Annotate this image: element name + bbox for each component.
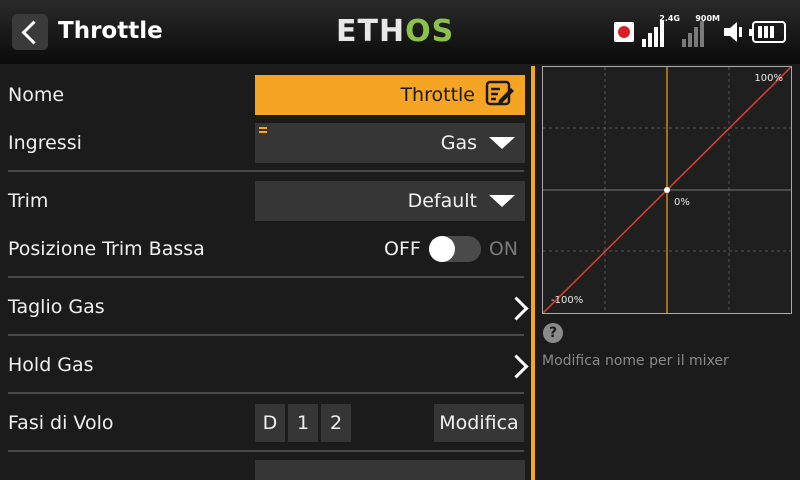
fasi-di-volo-label: Fasi di Volo bbox=[8, 412, 114, 434]
record-icon bbox=[614, 22, 634, 42]
battery-icon bbox=[749, 21, 786, 43]
curve-graph: 100% 0% -100% bbox=[542, 66, 792, 314]
chevron-right-icon[interactable] bbox=[504, 354, 529, 379]
status-icons: 2.4G 900M bbox=[614, 14, 786, 50]
caret-down-icon bbox=[489, 195, 515, 207]
next-field-partial[interactable] bbox=[255, 460, 525, 480]
edit-icon bbox=[485, 80, 515, 111]
divider bbox=[8, 170, 524, 172]
scrollbar[interactable] bbox=[531, 66, 535, 480]
divider bbox=[8, 450, 524, 452]
chevron-right-icon[interactable] bbox=[504, 296, 529, 321]
logo-accent-text: OS bbox=[405, 14, 455, 49]
nome-value: Throttle bbox=[400, 84, 475, 106]
posizione-trim-bassa-toggle[interactable] bbox=[428, 236, 481, 262]
ingressi-value: Gas bbox=[440, 132, 477, 154]
taglio-gas-label[interactable]: Taglio Gas bbox=[8, 296, 105, 318]
help-text: Modifica nome per il mixer bbox=[542, 353, 729, 369]
divider bbox=[8, 392, 524, 394]
graph-max-label: 100% bbox=[754, 73, 783, 84]
trim-label: Trim bbox=[8, 190, 49, 212]
caret-down-icon bbox=[489, 137, 515, 149]
divider bbox=[8, 276, 524, 278]
page-title: Throttle bbox=[58, 18, 163, 44]
flight-mode-chip[interactable]: 2 bbox=[321, 404, 351, 442]
signal-2g4-icon: 2.4G bbox=[642, 14, 680, 47]
modifica-button[interactable]: Modifica bbox=[434, 404, 524, 442]
ingressi-dropdown[interactable]: Gas bbox=[255, 123, 525, 163]
trim-value: Default bbox=[407, 190, 477, 212]
graph-center-label: 0% bbox=[674, 197, 690, 208]
speaker-icon bbox=[722, 20, 744, 44]
ethos-logo: ETHOS bbox=[336, 14, 454, 49]
divider bbox=[8, 334, 524, 336]
help-icon: ? bbox=[543, 323, 563, 343]
signal-900m-icon: 900M bbox=[682, 14, 720, 47]
posizione-trim-bassa-label: Posizione Trim Bassa bbox=[8, 238, 205, 260]
curve-graph-svg bbox=[543, 67, 791, 313]
toggle-off-label: OFF bbox=[384, 238, 421, 260]
ingressi-label: Ingressi bbox=[8, 132, 82, 154]
hold-gas-label[interactable]: Hold Gas bbox=[8, 354, 94, 376]
curve-point bbox=[664, 187, 670, 193]
nome-field[interactable]: Throttle bbox=[255, 75, 525, 115]
logo-main-text: ETH bbox=[336, 14, 406, 49]
flight-mode-chip[interactable]: 1 bbox=[288, 404, 318, 442]
posizione-trim-bassa-toggle-group: OFF ON bbox=[384, 236, 518, 262]
trim-dropdown[interactable]: Default bbox=[255, 181, 525, 221]
top-bar: Throttle ETHOS 2.4G 900M bbox=[0, 0, 800, 64]
toggle-on-label: ON bbox=[488, 238, 518, 260]
back-button[interactable] bbox=[12, 14, 48, 50]
nome-label: Nome bbox=[8, 84, 65, 106]
graph-min-label: -100% bbox=[551, 295, 584, 306]
chevron-left-icon bbox=[20, 19, 46, 45]
source-menu-icon bbox=[259, 127, 267, 135]
flight-mode-chip[interactable]: D bbox=[255, 404, 285, 442]
